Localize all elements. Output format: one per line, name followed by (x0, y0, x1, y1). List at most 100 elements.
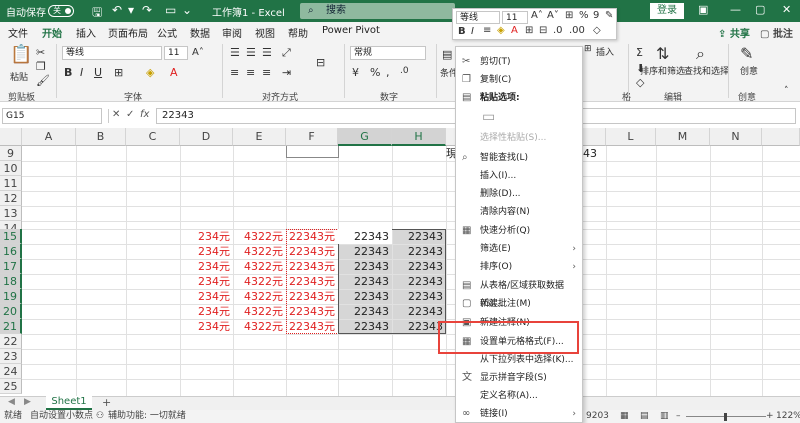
create-label[interactable]: 创意 (740, 64, 758, 77)
font-size-select[interactable]: 11 (164, 46, 188, 60)
underline-icon[interactable]: U (94, 66, 102, 79)
row-header[interactable]: 24 (0, 364, 22, 379)
cell[interactable]: 234元 (180, 319, 233, 334)
align-center-icon[interactable]: ≡ (246, 66, 255, 79)
cell[interactable]: 4322元 (233, 229, 286, 244)
worksheet-grid[interactable]: A B C D E F G H L M N 9 10 11 12 13 14 1… (0, 128, 800, 396)
sheet-next-icon[interactable]: ▶ (24, 397, 31, 407)
menu-item-sort[interactable]: 排序(O) › (456, 258, 582, 276)
tab-power-pivot[interactable]: Power Pivot (322, 25, 380, 36)
cell[interactable]: 234元 (180, 259, 233, 274)
cell[interactable]: 22343 (338, 289, 392, 304)
sheet-prev-icon[interactable]: ◀ (8, 397, 15, 407)
bold-icon[interactable]: B (64, 66, 72, 79)
sort-filter-label[interactable]: 排序和筛选 (640, 64, 685, 77)
align-right-icon[interactable]: ≡ (262, 66, 271, 79)
cancel-icon[interactable]: ✕ (112, 109, 120, 120)
find-select-label[interactable]: 查找和选择 (684, 64, 729, 77)
paste-label[interactable]: 粘贴 (10, 70, 28, 83)
column-header-selected[interactable]: H (392, 128, 446, 146)
row-header[interactable]: 9 (0, 146, 22, 161)
align-icon[interactable]: ≡ (483, 25, 491, 36)
font-name-select[interactable]: 等线 (62, 46, 162, 60)
align-top-icon[interactable]: ☰ (230, 46, 240, 59)
row-header-selected[interactable]: 17 (0, 259, 22, 274)
more-icon[interactable]: ⌄ (182, 3, 192, 17)
cell[interactable]: 4322元 (233, 304, 286, 319)
cell[interactable]: 22343元 (286, 274, 338, 289)
cell[interactable]: 4322元 (233, 259, 286, 274)
italic-icon[interactable]: I (80, 66, 83, 79)
status-accessibility[interactable]: 辅助功能: 一切就绪 (108, 410, 186, 423)
login-button[interactable]: 登录 (650, 3, 684, 19)
increase-decimal-icon[interactable]: .00 (569, 25, 585, 36)
cell[interactable]: 234元 (180, 289, 233, 304)
row-header[interactable]: 10 (0, 161, 22, 176)
chevron-down-icon[interactable]: ▾ (128, 3, 134, 17)
tab-page-layout[interactable]: 页面布局 (108, 25, 148, 40)
tab-formulas[interactable]: 公式 (157, 25, 177, 40)
font-grow-icon[interactable]: A˄ (192, 47, 204, 58)
tab-home[interactable]: 开始 (42, 25, 62, 44)
column-header[interactable] (762, 128, 800, 146)
font-color-icon[interactable]: A (511, 25, 518, 36)
row-header[interactable]: 22 (0, 334, 22, 349)
cell[interactable]: 22343 (338, 304, 392, 319)
active-cell[interactable]: 22343 (338, 229, 392, 244)
column-header-selected[interactable]: G (338, 128, 392, 146)
normal-view-icon[interactable]: ▦ (620, 410, 629, 423)
cell[interactable]: 22343元 (286, 229, 338, 244)
insert-cells-label[interactable]: 插入 (596, 45, 614, 58)
indent-icon[interactable]: ⇥ (282, 66, 291, 79)
cell[interactable]: 4322元 (233, 244, 286, 259)
row-header[interactable]: 13 (0, 206, 22, 221)
percent-icon[interactable]: % (370, 66, 380, 79)
zoom-out-icon[interactable]: – (676, 410, 681, 423)
font-shrink-icon[interactable]: A˅ (547, 10, 559, 21)
bold-icon[interactable]: B (458, 26, 466, 37)
insert-cells-icon[interactable]: ⊞ (584, 44, 592, 54)
share-button[interactable]: ⇪ 共享 (718, 25, 750, 40)
align-middle-icon[interactable]: ☰ (246, 46, 256, 59)
cell[interactable]: 234元 (180, 229, 233, 244)
undo-icon[interactable]: ↶ (112, 3, 122, 17)
autosum-icon[interactable]: Σ (636, 46, 643, 59)
number-format-select[interactable]: 常规 (350, 46, 426, 60)
cell[interactable]: 22343 (338, 259, 392, 274)
cell[interactable]: 4322元 (233, 274, 286, 289)
cell[interactable]: 22343元 (286, 244, 338, 259)
cell[interactable]: 22343 (338, 274, 392, 289)
paste-option-button[interactable]: ▭ (456, 108, 582, 128)
cell[interactable]: 22343 (392, 229, 446, 244)
orientation-icon[interactable]: ⤢ (282, 46, 291, 60)
border-icon[interactable]: ⊞ (114, 66, 123, 79)
format-painter-icon[interactable]: ✎ (605, 10, 613, 21)
clear-icon[interactable]: ◇ (636, 76, 644, 89)
accessibility-icon[interactable]: ⚇ (96, 410, 104, 423)
row-header-selected[interactable]: 15 (0, 229, 22, 244)
minimize-icon[interactable]: — (730, 3, 741, 16)
zoom-level[interactable]: 122% (776, 410, 800, 423)
column-header[interactable]: E (233, 128, 286, 146)
cell[interactable]: 22343 (392, 244, 446, 259)
cell[interactable]: 22343 (338, 244, 392, 259)
row-header[interactable]: 11 (0, 176, 22, 191)
page-break-icon[interactable]: ▥ (660, 410, 669, 423)
menu-item-quick-analysis[interactable]: ▦ 快速分析(Q) (456, 222, 582, 240)
cell[interactable]: 22343元 (286, 304, 338, 319)
menu-item-delete[interactable]: 删除(D)... (456, 185, 582, 203)
menu-item-clear-contents[interactable]: 清除内容(N) (456, 203, 582, 221)
cell[interactable]: 234元 (180, 244, 233, 259)
menu-item-new-comment[interactable]: ▢ 新建批注(M) (456, 295, 582, 313)
row-header-selected[interactable]: 20 (0, 304, 22, 319)
cell[interactable]: 22343 (392, 259, 446, 274)
sort-filter-icon[interactable]: ⇅ (656, 44, 669, 63)
decrease-decimal-icon[interactable]: .0 (553, 25, 563, 36)
menu-item-phonetic[interactable]: 文显示拼音字段(S) (456, 369, 582, 387)
percent-icon[interactable]: % (579, 10, 589, 21)
cell[interactable]: 22343 (392, 274, 446, 289)
cell[interactable]: 22343元 (286, 319, 338, 334)
save-icon[interactable]: 🖫 (92, 3, 102, 24)
align-left-icon[interactable]: ≡ (230, 66, 239, 79)
collapse-ribbon-icon[interactable]: ˄ (784, 86, 789, 96)
